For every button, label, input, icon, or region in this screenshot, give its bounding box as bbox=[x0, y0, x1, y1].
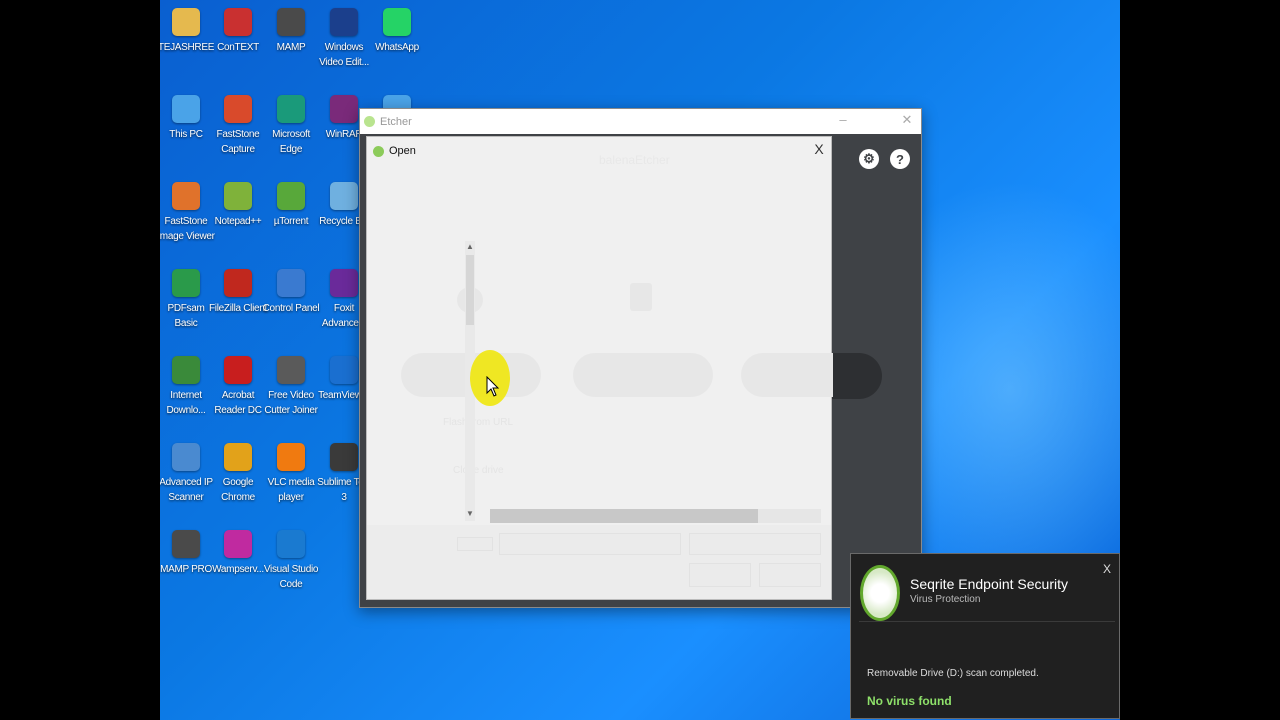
desktop-icon-label: Wampserv... bbox=[212, 564, 264, 575]
desktop-icon-label: FileZilla Client bbox=[209, 303, 267, 314]
teamviewer-icon bbox=[330, 356, 358, 384]
close-icon[interactable]: X bbox=[1103, 562, 1111, 576]
ghost-cancel-button bbox=[759, 563, 821, 587]
desktop-icon-context[interactable]: ConTEXT bbox=[208, 8, 268, 55]
foxit-icon bbox=[330, 269, 358, 297]
capture-icon bbox=[224, 95, 252, 123]
desktop-icon-label: Acrobat Reader DC bbox=[214, 390, 262, 416]
open-dialog-title: Open bbox=[389, 145, 416, 157]
dialog-footer bbox=[367, 525, 831, 599]
ghost-filename-input bbox=[499, 533, 681, 555]
desktop-icon-filezilla[interactable]: FileZilla Client bbox=[208, 269, 268, 316]
desktop-icon-video-editor[interactable]: Windows Video Edit... bbox=[314, 8, 374, 70]
utorrent-icon bbox=[277, 182, 305, 210]
desktop-icon-video-cutter[interactable]: Free Video Cutter Joiner bbox=[261, 356, 321, 418]
ghost-filetype-select bbox=[689, 533, 821, 555]
video-editor-icon bbox=[330, 8, 358, 36]
desktop-icon-control-panel[interactable]: Control Panel bbox=[261, 269, 321, 316]
horizontal-scroll-thumb[interactable] bbox=[490, 509, 758, 523]
desktop-icon-chrome[interactable]: Google Chrome bbox=[208, 443, 268, 505]
balena-watermark: balenaEtcher bbox=[599, 153, 670, 167]
sublime-icon bbox=[330, 443, 358, 471]
desktop-icon-label: Control Panel bbox=[262, 303, 320, 314]
flash-button-partial[interactable] bbox=[830, 353, 882, 399]
image-viewer-icon bbox=[172, 182, 200, 210]
notification-title: Seqrite Endpoint Security bbox=[910, 576, 1068, 592]
ghost-select-target bbox=[573, 353, 713, 397]
mouse-cursor-icon bbox=[486, 376, 500, 397]
desktop-icon-label: Visual Studio Code bbox=[263, 564, 319, 590]
desktop-icon-label: VLC media player bbox=[267, 477, 315, 503]
faint-clone-drive: Clone drive bbox=[453, 465, 504, 476]
mamp-pro-icon bbox=[172, 530, 200, 558]
ghost-drive-icon bbox=[630, 283, 652, 311]
notification-divider bbox=[859, 621, 1115, 622]
acrobat-icon bbox=[224, 356, 252, 384]
winrar-icon bbox=[330, 95, 358, 123]
desktop-icon-label: MAMP bbox=[276, 42, 306, 53]
desktop-icon-label: Windows Video Edit... bbox=[319, 42, 369, 68]
help-icon[interactable]: ? bbox=[890, 149, 910, 169]
etcher-titlebar[interactable]: Etcher – ✕ bbox=[360, 109, 921, 134]
desktop-icon-label: Microsoft Edge bbox=[272, 129, 310, 155]
wampserver-icon bbox=[224, 530, 252, 558]
minimize-button[interactable]: – bbox=[828, 112, 858, 127]
desktop-icon-label: µTorrent bbox=[273, 216, 309, 227]
gear-icon[interactable]: ⚙ bbox=[859, 149, 879, 169]
filezilla-icon bbox=[224, 269, 252, 297]
vertical-scroll-thumb[interactable] bbox=[466, 255, 474, 325]
context-icon bbox=[224, 8, 252, 36]
notification-status: No virus found bbox=[867, 694, 952, 708]
pdfsam-icon bbox=[172, 269, 200, 297]
desktop-icon-label: Free Video Cutter Joiner bbox=[264, 390, 318, 416]
etcher-title: Etcher bbox=[380, 115, 412, 128]
faint-flash-url: Flash from URL bbox=[443, 417, 514, 428]
desktop-icon-utorrent[interactable]: µTorrent bbox=[261, 182, 321, 229]
mamp-icon bbox=[277, 8, 305, 36]
idm-icon bbox=[172, 356, 200, 384]
whatsapp-icon bbox=[383, 8, 411, 36]
desktop-icon-label: Google Chrome bbox=[221, 477, 255, 503]
desktop-icon-wampserver[interactable]: Wampserv... bbox=[208, 530, 268, 577]
vscode-icon bbox=[277, 530, 305, 558]
close-window-button[interactable]: ✕ bbox=[892, 112, 922, 128]
seqrite-notification: Seqrite Endpoint Security Virus Protecti… bbox=[850, 553, 1120, 719]
video-cutter-icon bbox=[277, 356, 305, 384]
desktop-icon-vscode[interactable]: Visual Studio Code bbox=[261, 530, 321, 592]
vlc-icon bbox=[277, 443, 305, 471]
close-icon[interactable]: X bbox=[811, 141, 827, 157]
dialog-app-icon bbox=[373, 145, 384, 157]
desktop-icon-edge[interactable]: Microsoft Edge bbox=[261, 95, 321, 157]
folder-icon bbox=[172, 8, 200, 36]
ghost-open-button bbox=[689, 563, 751, 587]
desktop-icon-capture[interactable]: FastStone Capture bbox=[208, 95, 268, 157]
desktop-icon-mamp[interactable]: MAMP bbox=[261, 8, 321, 55]
ip-scanner-icon bbox=[172, 443, 200, 471]
desktop-icon-notepad[interactable]: Notepad++ bbox=[208, 182, 268, 229]
notification-subtitle: Virus Protection bbox=[910, 594, 981, 605]
scroll-up-arrow[interactable]: ▲ bbox=[465, 242, 475, 251]
desktop-icon-vlc[interactable]: VLC media player bbox=[261, 443, 321, 505]
open-dialog: Open X balenaEtcher Flash from URL Clone… bbox=[366, 136, 833, 600]
notification-message: Removable Drive (D:) scan completed. bbox=[867, 668, 1039, 679]
desktop-icon-label: FastStone Capture bbox=[216, 129, 260, 155]
desktop-icon-acrobat[interactable]: Acrobat Reader DC bbox=[208, 356, 268, 418]
control-panel-icon bbox=[277, 269, 305, 297]
desktop-icon-label: WhatsApp bbox=[375, 42, 419, 53]
edge-icon bbox=[277, 95, 305, 123]
recycle-bin-icon bbox=[330, 182, 358, 210]
desktop-icon-label: ConTEXT bbox=[217, 42, 259, 53]
scroll-down-arrow[interactable]: ▼ bbox=[465, 509, 475, 518]
desktop-icon-whatsapp[interactable]: WhatsApp bbox=[367, 8, 427, 55]
ghost-flash bbox=[741, 353, 833, 397]
seqrite-logo-icon bbox=[860, 565, 900, 621]
chrome-icon bbox=[224, 443, 252, 471]
ghost-filename-label bbox=[457, 537, 493, 551]
computer-icon bbox=[172, 95, 200, 123]
etcher-app-icon bbox=[364, 116, 375, 127]
notepad-icon bbox=[224, 182, 252, 210]
desktop-icon-label: Notepad++ bbox=[214, 216, 262, 227]
horizontal-scrollbar[interactable] bbox=[490, 509, 821, 523]
